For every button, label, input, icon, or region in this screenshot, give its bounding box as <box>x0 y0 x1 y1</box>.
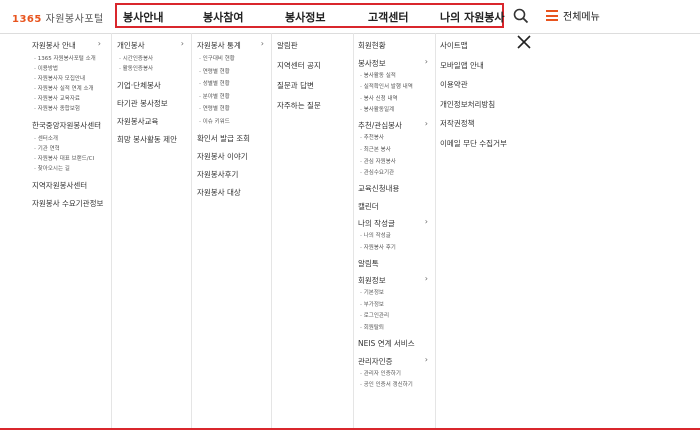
menu-item[interactable]: 한국중앙자원봉사센터 <box>32 120 101 131</box>
menu-item[interactable]: 추천/관심봉사 <box>358 120 402 131</box>
chevron-right-icon[interactable]: › <box>98 39 101 48</box>
menu-item[interactable]: 기업·단체봉사 <box>117 80 161 91</box>
menu-column-customer: 알림판지역센터 공지질문과 답변자주하는 질문 <box>271 33 352 430</box>
nav-item-participate[interactable]: 봉사참여 <box>203 9 243 25</box>
sitemap-menu: 자원봉사 안내›1365 자원봉사포털 소개이용방법자원봉사자 모집안내자원봉사… <box>27 33 507 430</box>
submenu-item[interactable]: 찾아오시는 길 <box>34 164 70 172</box>
submenu-item[interactable]: 봉사활동일계 <box>360 105 394 113</box>
menu-column-info: 자원봉사 통계›인구대비 현황연령별 현황성별별 현황분야별 현황연령별 현황이… <box>191 33 270 430</box>
chevron-right-icon[interactable]: › <box>261 39 264 48</box>
full-menu-label: 전체메뉴 <box>563 12 600 23</box>
menu-item[interactable]: 자원봉사후기 <box>197 169 238 180</box>
menu-item[interactable]: 타기관 봉사정보 <box>117 98 168 109</box>
menu-column-participate: 개인봉사 › 시간인증봉사활동인증봉사기업·단체봉사타기관 봉사정보자원봉사교육희망… <box>111 33 190 430</box>
submenu-item[interactable]: 로그인관리 <box>360 311 389 319</box>
submenu-item[interactable]: 관리자 인증하기 <box>360 369 401 377</box>
submenu-item[interactable]: 기본정보 <box>360 288 384 296</box>
menu-item[interactable]: 자원봉사 통계 <box>197 40 241 51</box>
menu-item[interactable]: 봉사정보 <box>358 58 386 69</box>
submenu-item[interactable]: 연령별 현황 <box>199 104 230 112</box>
menu-item[interactable]: 확인서 발급 조회 <box>197 133 250 144</box>
nav-item-info[interactable]: 봉사정보 <box>285 9 325 25</box>
submenu-item[interactable]: 이용방법 <box>34 64 58 72</box>
menu-item[interactable]: 자원봉사 이야기 <box>197 151 248 162</box>
menu-item[interactable]: 자주하는 질문 <box>277 100 321 111</box>
submenu-item[interactable]: 자원봉사자 모집안내 <box>34 74 85 82</box>
site-header: 1365 자원봉사포털 봉사안내 봉사참여 봉사정보 고객센터 나의 자원봉사 … <box>0 0 700 34</box>
chevron-right-icon[interactable]: › <box>425 355 428 364</box>
submenu-item[interactable]: 인구대비 현황 <box>199 54 235 62</box>
submenu-item[interactable]: 자원봉사 종합보험 <box>34 104 80 112</box>
menu-item[interactable]: 자원봉사 안내 <box>32 40 76 51</box>
menu-item[interactable]: 캘린더 <box>358 201 379 212</box>
submenu-item[interactable]: 자원봉사 교육자료 <box>34 94 80 102</box>
submenu-item[interactable]: 센터소개 <box>34 134 58 142</box>
submenu-item[interactable]: 자원봉사 실적 연계 소개 <box>34 84 94 92</box>
submenu-item[interactable]: 기관 연혁 <box>34 144 60 152</box>
menu-item[interactable]: 관리자인증 <box>358 356 393 367</box>
menu-item[interactable]: 질문과 답변 <box>277 80 314 91</box>
menu-item[interactable]: 알림톡 <box>358 258 379 269</box>
menu-item[interactable]: 지역자원봉사센터 <box>32 180 87 191</box>
menu-item[interactable]: 회원현황 <box>358 40 386 51</box>
menu-item[interactable]: 이용약관 <box>440 79 468 90</box>
submenu-item[interactable]: 활동인증봉사 <box>119 64 153 72</box>
submenu-item[interactable]: 실적확인서 발행 내역 <box>360 82 413 90</box>
submenu-item[interactable]: 봉사활동 실적 <box>360 71 396 79</box>
submenu-item[interactable]: 추천봉사 <box>360 133 384 141</box>
submenu-item[interactable]: 연령별 현황 <box>199 67 230 75</box>
search-icon[interactable] <box>513 8 529 24</box>
submenu-item[interactable]: 봉사 신청 내역 <box>360 94 398 102</box>
menu-item[interactable]: 개인정보처리방침 <box>440 99 495 110</box>
chevron-right-icon[interactable]: › <box>425 57 428 66</box>
submenu-item[interactable]: 나의 작성글 <box>360 231 391 239</box>
menu-column-etc: 사이트맵모바일앱 안내이용약관개인정보처리방침저작권정책이메일 무단 수집거부 <box>435 33 520 430</box>
logo-text: 자원봉사포털 <box>45 14 104 25</box>
chevron-right-icon[interactable]: › <box>181 39 184 48</box>
submenu-item[interactable]: 1365 자원봉사포털 소개 <box>34 54 96 62</box>
menu-item[interactable]: 자원봉사 수요기관정보 <box>32 198 103 209</box>
submenu-item[interactable]: 관심수요기관 <box>360 168 394 176</box>
submenu-item[interactable]: 회원탈퇴 <box>360 323 384 331</box>
menu-item[interactable]: 개인봉사 <box>117 40 145 51</box>
submenu-item[interactable]: 성별별 현황 <box>199 79 230 87</box>
menu-column-guide: 자원봉사 안내›1365 자원봉사포털 소개이용방법자원봉사자 모집안내자원봉사… <box>27 33 107 430</box>
nav-item-customer-center[interactable]: 고객센터 <box>368 9 408 25</box>
menu-item[interactable]: 자원봉사교육 <box>117 116 158 127</box>
chevron-right-icon[interactable]: › <box>425 119 428 128</box>
main-nav: 봉사안내 봉사참여 봉사정보 고객센터 나의 자원봉사 <box>115 3 505 28</box>
logo-number: 1365 <box>12 14 42 25</box>
nav-item-my-volunteer[interactable]: 나의 자원봉사 <box>440 9 505 25</box>
menu-item[interactable]: 알림판 <box>277 40 298 51</box>
submenu-item[interactable]: 시간인증봉사 <box>119 54 153 62</box>
submenu-item[interactable]: 이슈 키워드 <box>199 117 230 125</box>
chevron-right-icon[interactable]: › <box>425 217 428 226</box>
menu-item[interactable]: 자원봉사 대상 <box>197 187 241 198</box>
site-logo[interactable]: 1365 자원봉사포털 <box>12 10 104 25</box>
nav-item-volunteer-guide[interactable]: 봉사안내 <box>123 9 163 25</box>
menu-item[interactable]: 모바일앱 안내 <box>440 60 484 71</box>
menu-item[interactable]: 저작권정책 <box>440 118 475 129</box>
chevron-right-icon[interactable]: › <box>425 274 428 283</box>
submenu-item[interactable]: 부가정보 <box>360 300 384 308</box>
menu-item[interactable]: 이메일 무단 수집거부 <box>440 138 507 149</box>
menu-item[interactable]: 나의 작성글 <box>358 218 395 229</box>
menu-item[interactable]: 교육신청내용 <box>358 183 399 194</box>
hamburger-icon <box>546 10 558 21</box>
menu-item[interactable]: 지역센터 공지 <box>277 60 321 71</box>
submenu-item[interactable]: 분야별 현황 <box>199 92 230 100</box>
chevron-right-icon[interactable]: › <box>98 119 101 128</box>
menu-item[interactable]: 사이트맵 <box>440 40 468 51</box>
menu-item[interactable]: 회원정보 <box>358 275 386 286</box>
submenu-item[interactable]: 공인 인증서 갱신하기 <box>360 380 413 388</box>
submenu-item[interactable]: 자원봉사 대표 브랜드/CI <box>34 154 94 162</box>
submenu-item[interactable]: 관심 자원봉사 <box>360 157 396 165</box>
menu-item[interactable]: 희망 봉사활동 제안 <box>117 134 177 145</box>
menu-item[interactable]: NEIS 연계 서비스 <box>358 338 415 349</box>
submenu-item[interactable]: 자원봉사 후기 <box>360 243 396 251</box>
submenu-item[interactable]: 최근본 봉사 <box>360 145 391 153</box>
menu-column-my: 회원현황봉사정보 › 봉사활동 실적실적확인서 발행 내역봉사 신청 내역봉사활동일… <box>353 33 434 430</box>
